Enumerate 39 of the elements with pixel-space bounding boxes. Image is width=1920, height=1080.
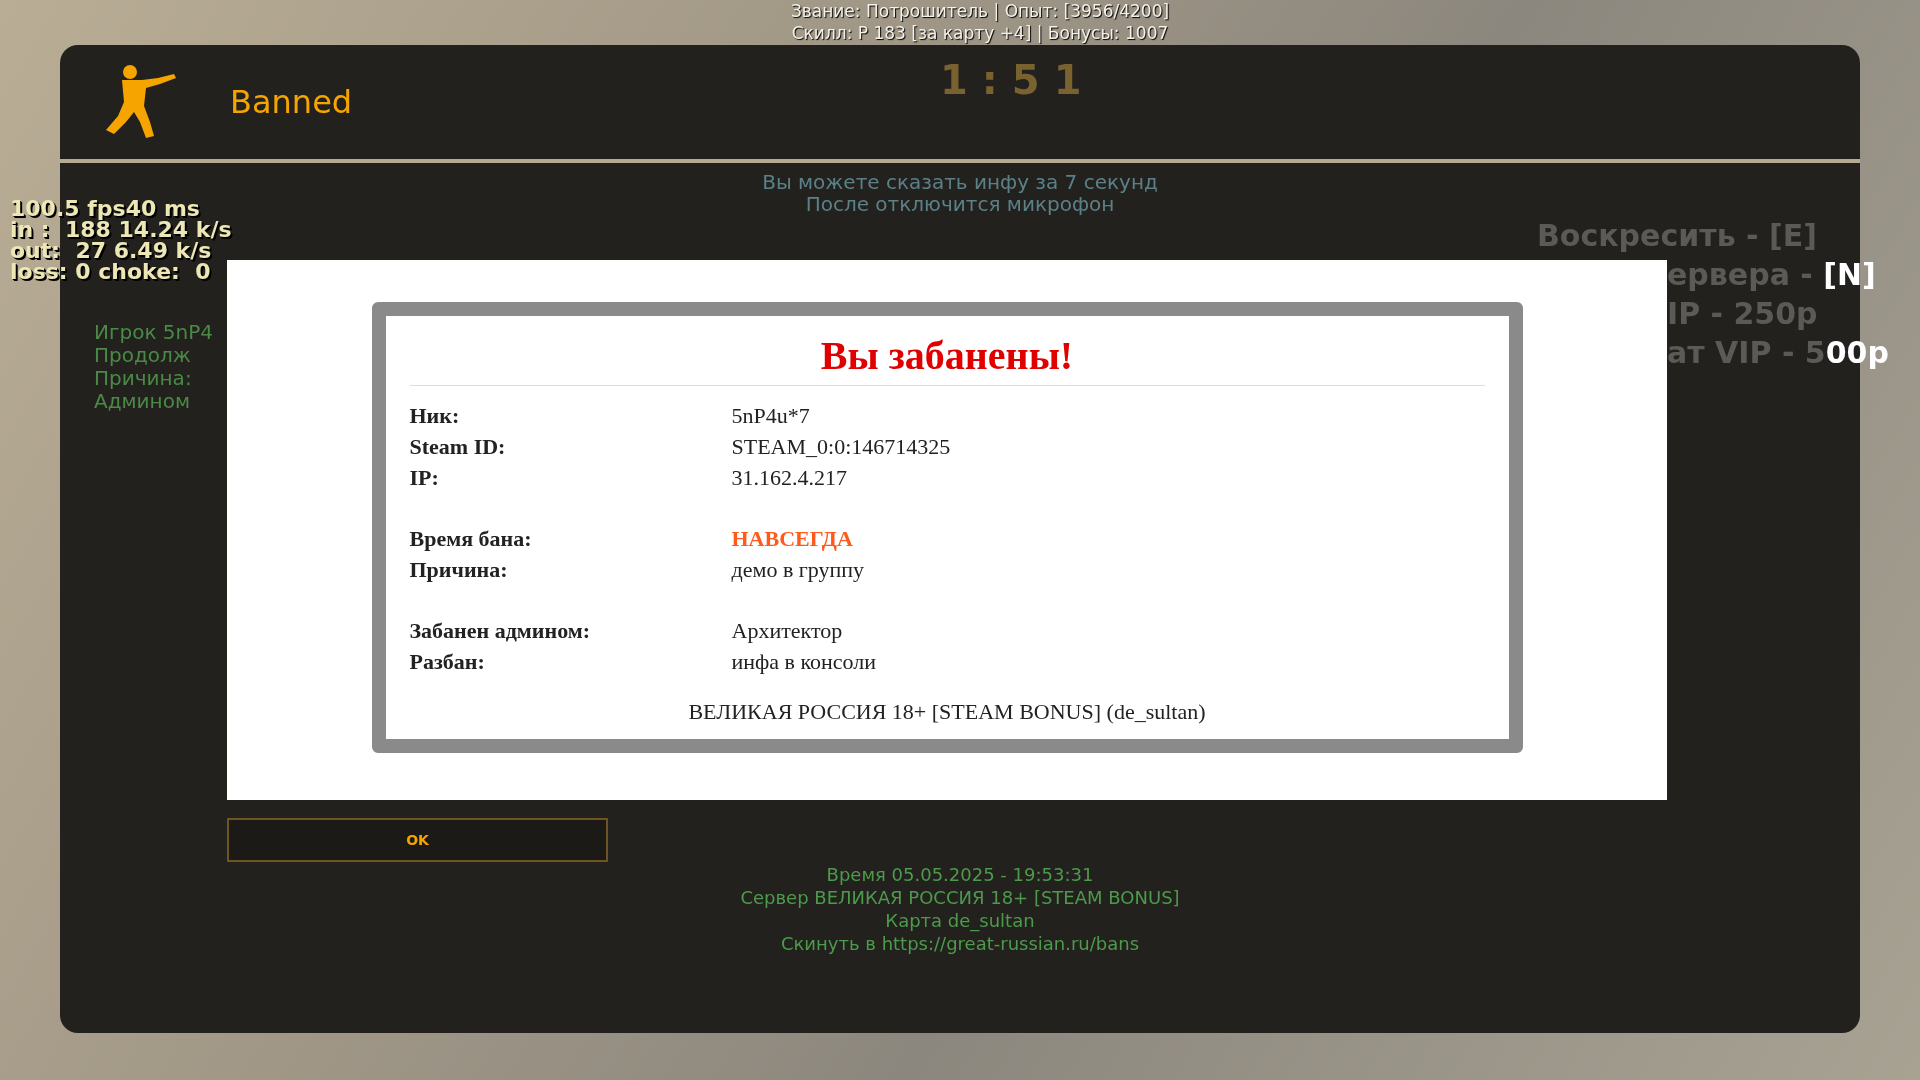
field-value: 31.162.4.217 — [731, 464, 847, 492]
field-value: STEAM_0:0:146714325 — [731, 433, 951, 461]
field-label: Steam ID: — [409, 433, 507, 461]
field-label: Причина: — [409, 556, 509, 584]
notice-text: Вы можете сказать инфу за 7 секунд — [762, 171, 1158, 193]
netgraph-text: in : 188 14.24 k/s — [10, 219, 232, 240]
server-info-text: Скинуть в https://great-russian.ru/bans — [780, 932, 1140, 955]
field-label: Ник: — [409, 402, 461, 430]
field-label: IP: — [409, 464, 440, 492]
notice-text: После отключится микрофон — [805, 193, 1115, 215]
round-timer: 1:51 — [940, 57, 1096, 103]
ban-info-text: Админом — [94, 390, 191, 413]
rank-status-text: Скилл: Р 183 [за карту +4] | Бонусы: 1007 — [791, 22, 1169, 44]
key-hint-text: [N] — [1823, 257, 1876, 292]
server-info-text: Карта de_sultan — [885, 909, 1035, 932]
key-hint-text: 00р — [1825, 335, 1889, 370]
field-value: Архитектор — [731, 617, 843, 645]
ban-info-text: Причина: — [94, 367, 193, 390]
menu-hint-text: IP - 250р — [1667, 296, 1818, 331]
panel-title: Banned — [230, 83, 353, 121]
menu-hint-text: ервера - — [1667, 257, 1814, 292]
netgraph-text: out: 27 6.49 k/s — [10, 240, 212, 261]
menu-hint-text: Воскресить - [E] — [1537, 218, 1817, 253]
ok-button[interactable]: OK — [227, 818, 608, 862]
server-info-text: Время 05.05.2025 - 19:53:31 — [826, 863, 1094, 886]
field-label: Время бана: — [409, 525, 533, 553]
field-value: 5nP4u*7 — [731, 402, 810, 430]
ban-info-text: Игрок 5nP4 — [94, 321, 214, 344]
field-value: демо в группу — [731, 556, 865, 584]
ban-title: Вы забанены! — [409, 324, 1485, 386]
field-label: Разбан: — [409, 648, 486, 676]
server-info-text: Сервер ВЕЛИКАЯ РОССИЯ 18+ [STEAM BONUS] — [740, 886, 1180, 909]
server-footer-text: ВЕЛИКАЯ РОССИЯ 18+ [STEAM BONUS] (de_sultan) — [687, 698, 1207, 726]
menu-hint-text: ат VIP - 5 — [1667, 335, 1826, 370]
rank-status-text: Звание: Потрошитель | Опыт: [3956/4200] — [790, 0, 1170, 22]
ban-info-text: Продолж — [94, 344, 192, 367]
field-value: НАВСЕГДА — [731, 525, 853, 553]
field-label: Забанен админом: — [409, 617, 592, 645]
field-value: инфа в консоли — [731, 648, 877, 676]
